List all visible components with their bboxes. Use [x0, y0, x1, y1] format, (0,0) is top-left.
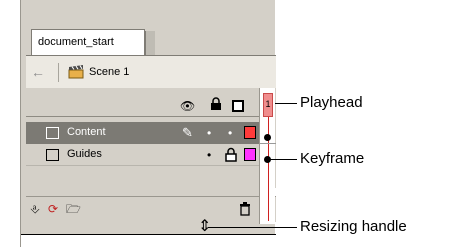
separator: [58, 63, 59, 82]
layer-color-swatch[interactable]: [244, 126, 256, 139]
layer-icon: [46, 127, 59, 139]
playhead-frame: 1: [265, 99, 271, 109]
layer-row-content[interactable]: Content ✎ • •: [26, 122, 266, 144]
back-arrow-icon[interactable]: ←: [31, 65, 47, 79]
visibility-dot[interactable]: •: [207, 148, 211, 162]
layer-row-guides[interactable]: Guides •: [26, 144, 266, 166]
outline-icon[interactable]: [232, 100, 244, 112]
timeline-panel: document_start ← Scene 1 👁 Content ✎ • •: [20, 0, 276, 247]
document-tab-label: document_start: [38, 36, 114, 48]
playhead[interactable]: 1: [263, 93, 273, 117]
keyframe-callout-line: [267, 159, 297, 160]
layers-area: 👁 Content ✎ • • Guides •: [26, 88, 276, 188]
resize-callout-line: [208, 227, 297, 228]
pencil-icon: ✎: [182, 125, 193, 140]
keyframe[interactable]: [264, 134, 271, 141]
playhead-line: [268, 117, 269, 221]
layers-header: 👁: [26, 93, 266, 117]
insert-layer-icon[interactable]: ⎀: [30, 203, 44, 216]
eye-icon[interactable]: 👁: [180, 99, 195, 113]
insert-folder-icon[interactable]: 🗁: [66, 203, 81, 216]
layer-name: Guides: [67, 148, 102, 160]
layer-name: Content: [67, 126, 106, 138]
add-motion-guide-icon[interactable]: ⟳: [48, 203, 62, 216]
document-tab[interactable]: document_start: [31, 29, 145, 56]
playhead-callout: Playhead: [300, 94, 363, 111]
lock-dot[interactable]: •: [228, 126, 232, 140]
lock-icon[interactable]: [225, 147, 237, 162]
playhead-callout-line: [275, 103, 297, 104]
resize-callout: Resizing handle: [300, 218, 407, 235]
layer-color-swatch[interactable]: [244, 148, 256, 161]
timeline-frames: 1: [259, 88, 276, 224]
tab-edge: [145, 31, 155, 56]
lock-icon[interactable]: [210, 97, 222, 111]
keyframe-callout: Keyframe: [300, 150, 365, 167]
clapperboard-icon: [68, 65, 84, 79]
layer-icon: [46, 149, 59, 161]
scene-label[interactable]: Scene 1: [89, 66, 129, 78]
frame-divider: [260, 143, 276, 144]
stage-edge: [21, 234, 276, 247]
layer-tools: ⎀ ⟳ 🗁: [26, 196, 276, 222]
visibility-dot[interactable]: •: [207, 126, 211, 140]
trash-icon[interactable]: [239, 202, 251, 216]
edit-bar: ← Scene 1: [26, 55, 276, 88]
